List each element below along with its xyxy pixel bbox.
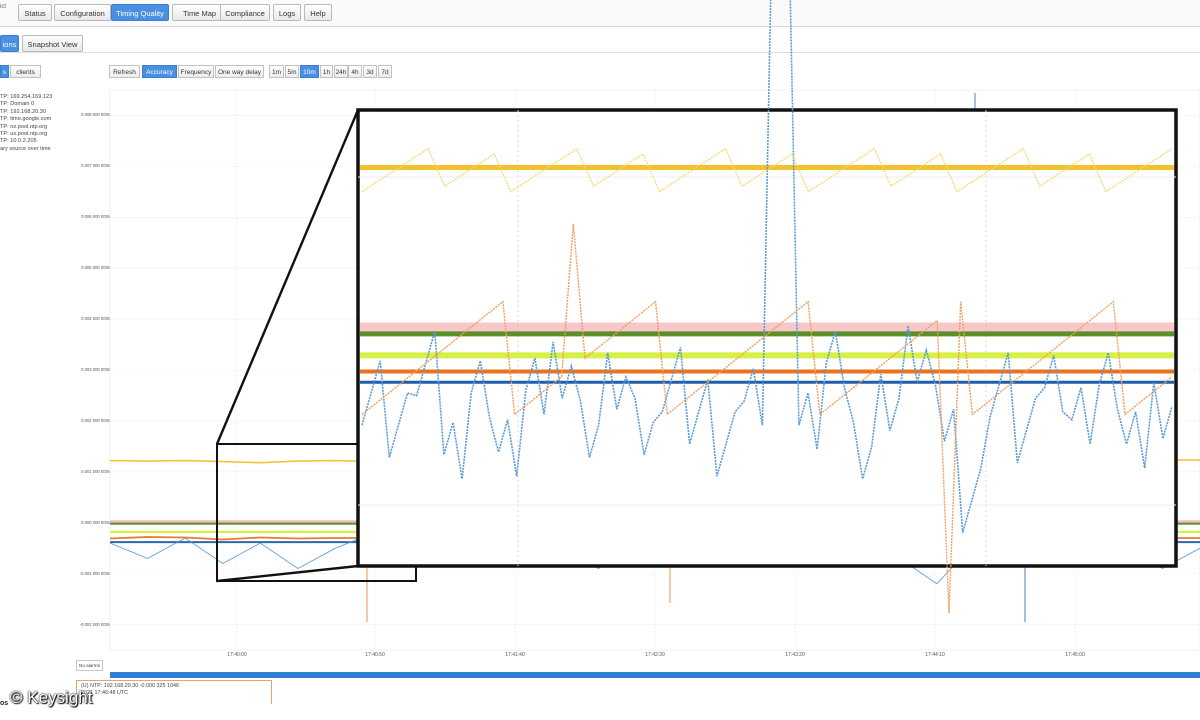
x-tick-label: 17:43:20	[785, 652, 805, 658]
status-panel: (U) NTP: 192.168.20.30 -0.000 325 1046 2…	[76, 680, 272, 704]
watermark: © Keysight	[10, 688, 93, 707]
status-line-1: (U) NTP: 192.168.20.30 -0.000 325 1046	[81, 683, 179, 689]
x-tick-label: 17:45:00	[1065, 652, 1085, 658]
zoom-inset	[356, 108, 1178, 568]
accuracy-chart[interactable]	[0, 0, 1200, 720]
alarms-label: No alarms	[76, 660, 103, 671]
x-tick-label: 17:40:50	[365, 652, 385, 658]
status-line-2: 2021 17:46:48 UTC	[81, 690, 129, 696]
x-tick-label: 17:42:30	[645, 652, 665, 658]
x-tick-label: 17:40:00	[227, 652, 247, 658]
x-tick-label: 17:41:40	[505, 652, 525, 658]
x-tick-label: 17:44:10	[925, 652, 945, 658]
footer-fragment: os	[0, 700, 9, 707]
time-scrollbar[interactable]	[110, 672, 1200, 678]
zoom-connector-top	[215, 109, 360, 445]
